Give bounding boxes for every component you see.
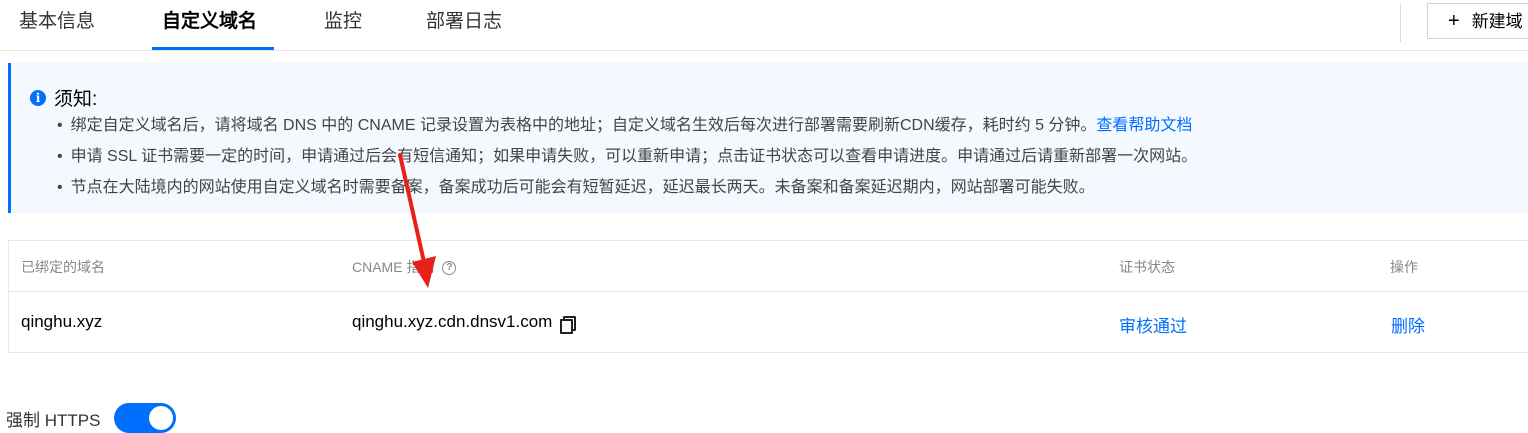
notice-line-2: • 申请 SSL 证书需要一定的时间，申请通过后会有短信通知；如果申请失败，可以重…	[57, 148, 1198, 165]
force-https-toggle[interactable]	[114, 403, 176, 433]
table-header	[9, 241, 1528, 292]
copy-icon[interactable]	[560, 315, 577, 334]
question-icon[interactable]: ?	[442, 261, 457, 276]
force-https-label: 强制 HTTPS	[6, 411, 101, 430]
cert-status-link[interactable]: 审核通过	[1119, 312, 1187, 337]
header-cert-status: 证书状态	[1119, 259, 1175, 275]
tab-bar: 基本信息 自定义域名 监控 部署日志 + 新建域	[0, 0, 1528, 51]
cell-domain: qinghu.xyz	[21, 312, 103, 331]
tab-deploy-log[interactable]: 部署日志	[426, 0, 502, 50]
notice-title: 须知:	[54, 89, 98, 110]
tab-basic-info[interactable]: 基本信息	[19, 0, 95, 50]
tab-custom-domain[interactable]: 自定义域名	[162, 0, 257, 50]
plus-icon: +	[1448, 10, 1460, 32]
tab-monitor[interactable]: 监控	[324, 0, 362, 50]
notice-panel: i 须知: • 绑定自定义域名后，请将域名 DNS 中的 CNAME 记录设置为表…	[8, 63, 1528, 213]
info-icon: i	[30, 90, 46, 106]
header-action: 操作	[1390, 259, 1418, 275]
notice-line-1: • 绑定自定义域名后，请将域名 DNS 中的 CNAME 记录设置为表格中的地址；…	[57, 117, 1193, 134]
active-tab-indicator	[152, 47, 274, 50]
toolbar-divider	[1400, 4, 1401, 42]
help-doc-link[interactable]: 查看帮助文档	[1096, 117, 1192, 134]
new-domain-button[interactable]: + 新建域	[1427, 3, 1528, 39]
new-domain-button-label: 新建域	[1471, 12, 1523, 31]
cell-cname: qinghu.xyz.cdn.dnsv1.com	[352, 312, 577, 334]
header-cname: CNAME 指向?	[352, 257, 457, 277]
header-domain: 已绑定的域名	[21, 259, 105, 275]
domain-table: 已绑定的域名 CNAME 指向? 证书状态 操作 qinghu.xyz qing…	[8, 240, 1528, 353]
notice-line-3: • 节点在大陆境内的网站使用自定义域名时需要备案，备案成功后可能会有短暂延迟，延迟…	[57, 179, 1095, 196]
delete-link[interactable]: 删除	[1391, 312, 1425, 337]
toggle-knob	[149, 406, 173, 430]
